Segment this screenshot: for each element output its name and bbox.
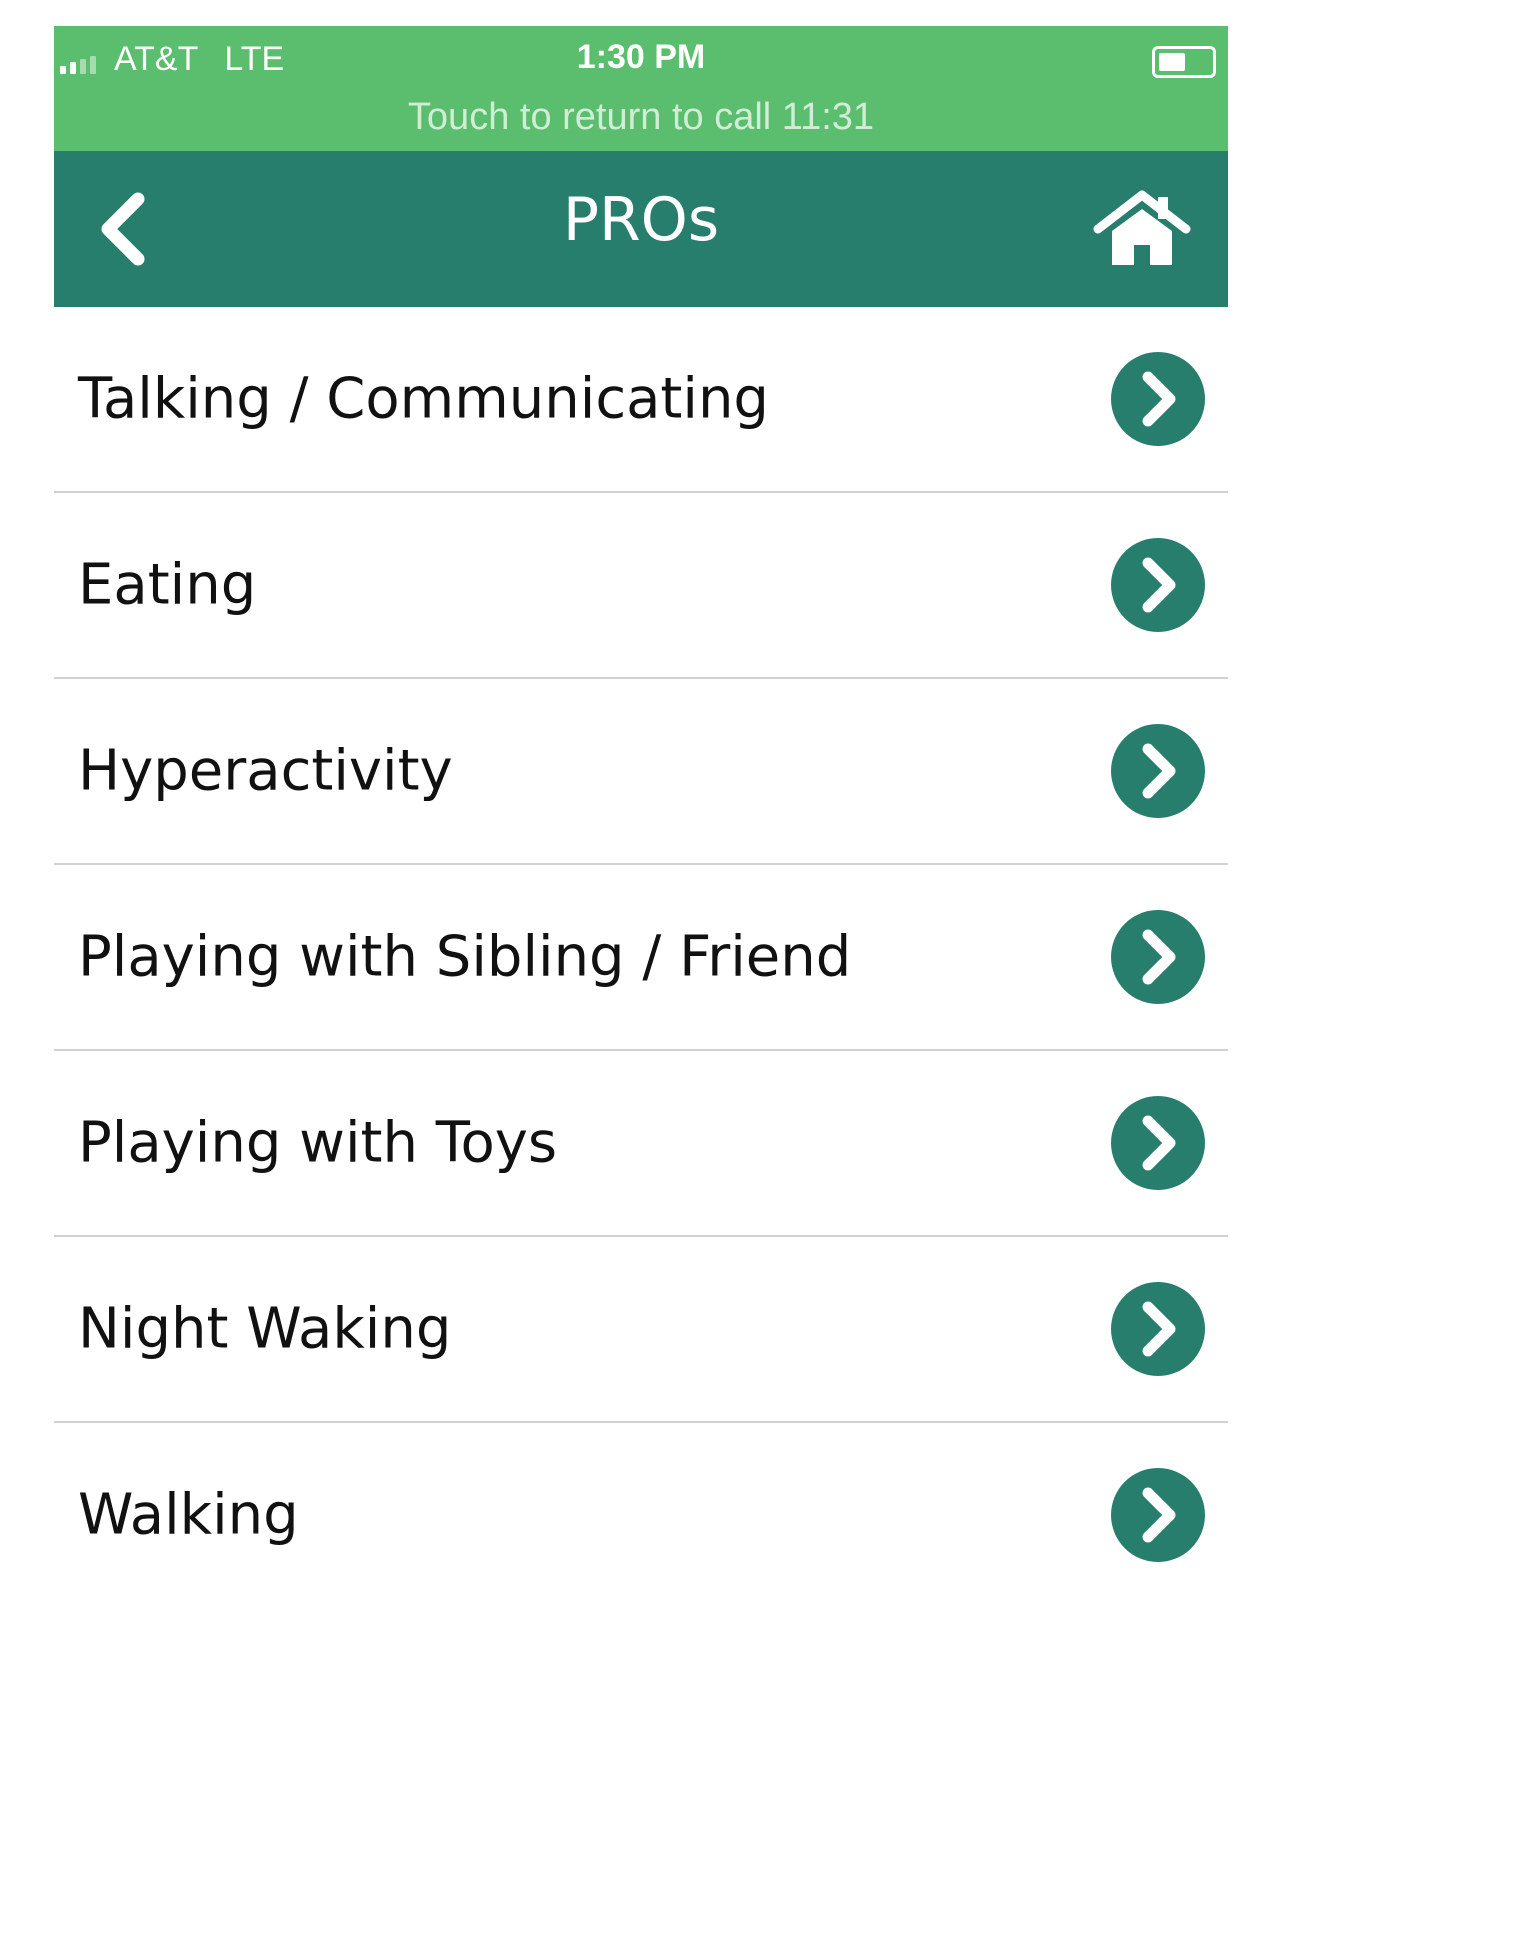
chevron-circle-right-icon[interactable] — [1110, 909, 1206, 1005]
list-item-label: Eating — [78, 552, 257, 618]
list-item-label: Talking / Communicating — [78, 366, 769, 432]
chevron-circle-right-icon[interactable] — [1110, 723, 1206, 819]
list-item-label: Playing with Sibling / Friend — [78, 924, 852, 990]
battery-icon — [1152, 46, 1216, 78]
return-to-call-banner[interactable]: Touch to return to call 11:31 — [54, 96, 1228, 139]
home-button[interactable] — [1092, 189, 1192, 269]
battery-level — [1159, 53, 1185, 71]
nav-bar: PROs — [54, 151, 1228, 307]
chevron-circle-right-icon[interactable] — [1110, 1095, 1206, 1191]
list-item[interactable]: Talking / Communicating — [54, 307, 1228, 493]
list-item[interactable]: Night Waking — [54, 1237, 1228, 1423]
chevron-circle-right-icon[interactable] — [1110, 351, 1206, 447]
pro-list: Talking / Communicating Eating Hyperactivi… — [54, 307, 1228, 1568]
phone-screen: AT&T LTE 1:30 PM Touch to return to call … — [54, 26, 1228, 1568]
status-bar[interactable]: AT&T LTE 1:30 PM Touch to return to call … — [54, 26, 1228, 151]
list-item[interactable]: Playing with Toys — [54, 1051, 1228, 1237]
chevron-circle-right-icon[interactable] — [1110, 537, 1206, 633]
caption-strip — [0, 0, 1228, 26]
page: AT&T LTE 1:30 PM Touch to return to call … — [0, 0, 1228, 1568]
list-item-label: Playing with Toys — [78, 1110, 558, 1176]
chevron-circle-right-icon[interactable] — [1110, 1281, 1206, 1377]
list-item-label: Hyperactivity — [78, 738, 453, 804]
list-item[interactable]: Playing with Sibling / Friend — [54, 865, 1228, 1051]
chevron-circle-right-icon[interactable] — [1110, 1467, 1206, 1563]
status-time: 1:30 PM — [576, 38, 706, 76]
list-item-label: Walking — [78, 1482, 299, 1548]
list-item[interactable]: Eating — [54, 493, 1228, 679]
page-title: PROs — [562, 185, 720, 255]
list-item[interactable]: Walking — [54, 1423, 1228, 1568]
list-item[interactable]: Hyperactivity — [54, 679, 1228, 865]
home-icon — [1093, 190, 1191, 265]
list-item-label: Night Waking — [78, 1296, 452, 1362]
